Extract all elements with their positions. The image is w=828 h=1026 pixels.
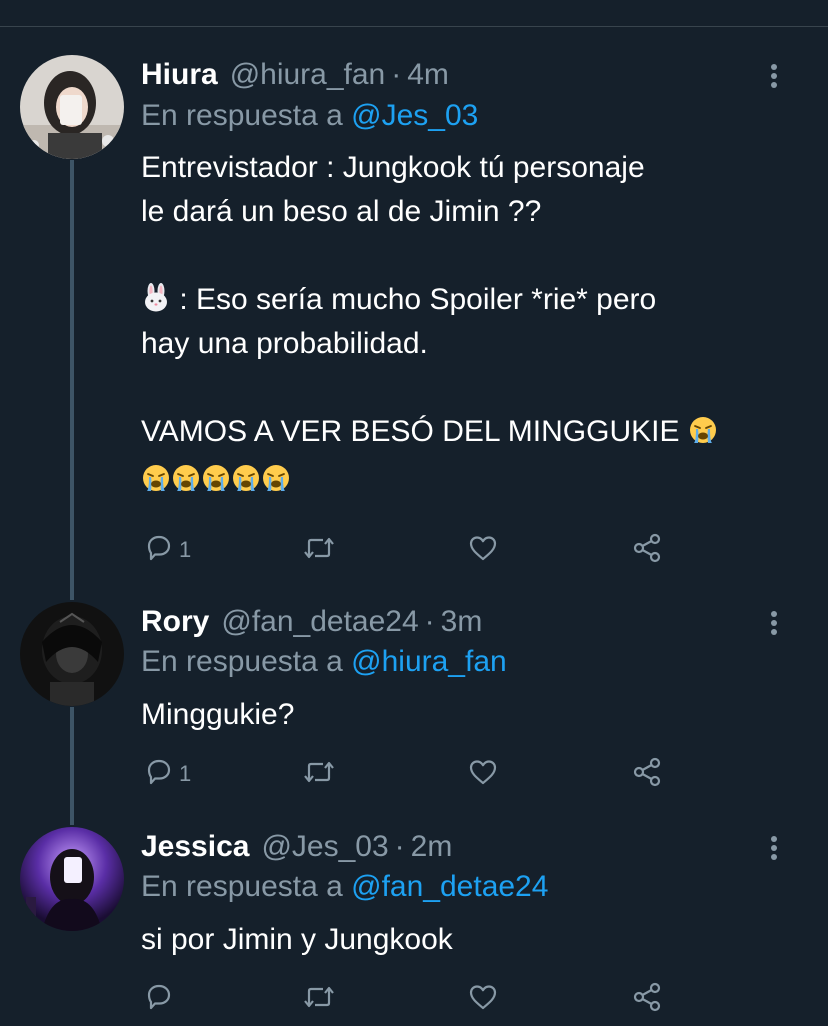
text-line-with-emoji: VAMOS A VER BESÓ DEL MINGGUKIE [141,410,801,454]
text-line: Entrevistador : Jungkook tú personaje [141,151,645,184]
like-icon [467,981,499,1018]
more-options-icon[interactable] [760,609,788,637]
display-name[interactable]: Rory [141,605,209,638]
loudly-crying-face-emoji [261,462,291,492]
reply-prefix: En respuesta a [141,645,343,678]
tweet[interactable]: Hiura @hiura_fan · 4m En respuesta a @Jes_0… [0,0,828,590]
timestamp[interactable]: 2m [411,830,453,863]
reply-button[interactable]: 1 [143,754,191,794]
user-handle[interactable]: @fan_detae24 [221,605,418,638]
retweet-button[interactable] [301,530,337,570]
reply-context: En respuesta a @fan_detae24 [141,869,548,905]
text-line: VAMOS A VER BESÓ DEL MINGGUKIE [141,415,688,448]
separator: · [394,830,405,863]
reply-prefix: En respuesta a [141,870,343,903]
reply-count: 1 [179,761,192,786]
tweet[interactable]: Rory @fan_detae24 · 3m En respuesta a @hiur… [0,590,828,815]
reply-button[interactable] [143,979,179,1019]
reply-context: En respuesta a @hiura_fan [141,644,507,680]
reply-icon [143,756,175,793]
text-line: le dará un beso al de Jimin ?? [141,195,542,228]
text-line: Minggukie? [141,698,295,731]
more-options-icon[interactable] [760,62,788,90]
avatar[interactable] [20,827,124,931]
tweet-header: Rory @fan_detae24 · 3m [141,604,482,640]
display-name[interactable]: Hiura [141,58,218,91]
like-button[interactable] [467,530,499,570]
timestamp[interactable]: 3m [441,605,483,638]
user-handle[interactable]: @Jes_03 [261,830,388,863]
reply-icon [143,532,175,569]
reply-mention[interactable]: @fan_detae24 [351,870,548,903]
text-line: : Eso sería mucho Spoiler *rie* pero [171,283,657,316]
emoji-row [141,458,801,502]
avatar[interactable] [20,602,124,706]
like-icon [467,532,499,569]
rabbit-face-emoji [141,282,171,312]
reply-mention[interactable]: @Jes_03 [351,99,478,132]
share-icon [631,532,663,569]
tweet-header: Hiura @hiura_fan · 4m [141,57,449,93]
tweet-header: Jessica @Jes_03 · 2m [141,829,452,865]
loudly-crying-face-emoji [171,462,201,492]
tweet-text: Minggukie? [141,693,801,737]
loudly-crying-face-emoji [231,462,261,492]
share-icon [631,756,663,793]
text-line-with-emoji: : Eso sería mucho Spoiler *rie* pero [141,278,801,322]
more-options-icon[interactable] [760,834,788,862]
loudly-crying-face-emoji [201,462,231,492]
share-button[interactable] [631,754,663,794]
tweet-actions: 1 [141,530,701,570]
retweet-icon [301,756,337,793]
loudly-crying-face-emoji [141,462,171,492]
tweet[interactable]: Jessica @Jes_03 · 2m En respuesta a @fan_de… [0,815,828,1026]
like-icon [467,756,499,793]
separator: · [391,58,402,91]
reply-context: En respuesta a @Jes_03 [141,98,478,134]
reply-mention[interactable]: @hiura_fan [351,645,507,678]
like-button[interactable] [467,979,499,1019]
like-button[interactable] [467,754,499,794]
share-button[interactable] [631,979,663,1019]
loudly-crying-face-emoji [688,414,718,444]
avatar[interactable] [20,55,124,159]
reply-count: 1 [179,537,192,562]
timestamp[interactable]: 4m [407,58,449,91]
retweet-icon [301,981,337,1018]
tweet-actions [141,979,701,1019]
display-name[interactable]: Jessica [141,830,249,863]
reply-button[interactable]: 1 [143,530,191,570]
tweet-actions: 1 [141,754,701,794]
reply-prefix: En respuesta a [141,99,343,132]
share-icon [631,981,663,1018]
retweet-icon [301,532,337,569]
tweet-text: si por Jimin y Jungkook [141,918,801,962]
retweet-button[interactable] [301,979,337,1019]
separator: · [424,605,435,638]
share-button[interactable] [631,530,663,570]
retweet-button[interactable] [301,754,337,794]
text-line: si por Jimin y Jungkook [141,923,453,956]
reply-icon [143,981,175,1018]
user-handle[interactable]: @hiura_fan [230,58,386,91]
tweet-text: Entrevistador : Jungkook tú personaje le… [141,146,801,502]
text-line: hay una probabilidad. [141,327,428,360]
